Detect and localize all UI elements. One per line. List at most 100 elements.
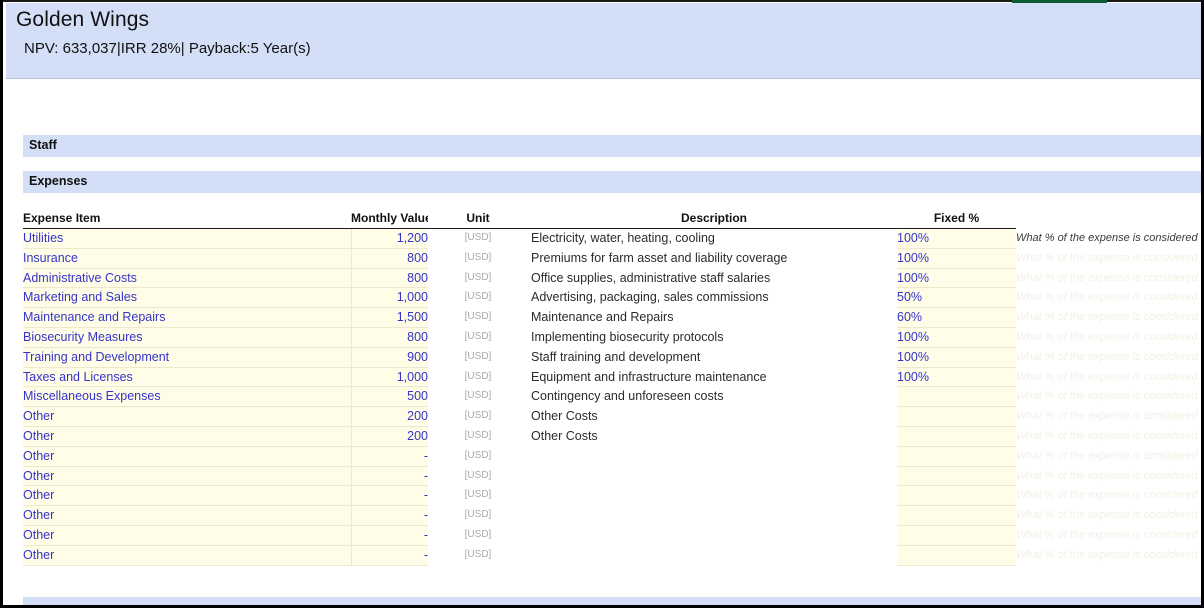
cell-expense-item[interactable]: Biosecurity Measures — [23, 327, 351, 347]
cell-fixed-percent[interactable] — [897, 506, 1016, 526]
section-header-staff[interactable]: Staff — [23, 135, 1203, 157]
cell-fixed-percent[interactable]: 50% — [897, 288, 1016, 308]
cell-fixed-percent[interactable]: 100% — [897, 327, 1016, 347]
section-label-staff: Staff — [29, 138, 57, 152]
cell-fixed-percent[interactable] — [897, 466, 1016, 486]
cell-expense-item[interactable]: Marketing and Sales — [23, 288, 351, 308]
header-gap-1 — [428, 208, 448, 229]
cell-monthly-value[interactable]: - — [351, 545, 428, 565]
cell-fixed-percent-hint: What % of the expense is considered fixe… — [1016, 229, 1204, 249]
cell-expense-item[interactable]: Other — [23, 466, 351, 486]
row-spacer — [3, 347, 23, 367]
row-spacer — [3, 308, 23, 328]
row-spacer — [3, 288, 23, 308]
row-gap-2 — [508, 545, 531, 565]
column-header-monthly-value[interactable]: Monthly Value — [351, 208, 428, 229]
cell-expense-item[interactable]: Other — [23, 486, 351, 506]
cell-expense-item[interactable]: Other — [23, 426, 351, 446]
row-spacer — [3, 367, 23, 387]
cell-unit: [USD] — [448, 367, 508, 387]
column-header-unit[interactable]: Unit — [448, 208, 508, 229]
cell-fixed-percent[interactable] — [897, 486, 1016, 506]
cell-fixed-percent-hint: What % of the expense is considered fixe… — [1016, 486, 1204, 506]
cell-monthly-value[interactable]: 1,500 — [351, 308, 428, 328]
row-gap-2 — [508, 347, 531, 367]
cell-fixed-percent-hint: What % of the expense is considered fixe… — [1016, 327, 1204, 347]
cell-fixed-percent[interactable] — [897, 426, 1016, 446]
row-gap-2 — [508, 525, 531, 545]
cell-monthly-value[interactable]: 200 — [351, 426, 428, 446]
cell-monthly-value[interactable]: 500 — [351, 387, 428, 407]
row-gap-1 — [428, 268, 448, 288]
cell-monthly-value[interactable]: - — [351, 525, 428, 545]
cell-monthly-value[interactable]: 1,000 — [351, 367, 428, 387]
cell-fixed-percent[interactable]: 100% — [897, 347, 1016, 367]
cell-fixed-percent-hint: What % of the expense is considered fixe… — [1016, 387, 1204, 407]
cell-monthly-value[interactable]: - — [351, 486, 428, 506]
cell-expense-item[interactable]: Other — [23, 407, 351, 427]
cell-expense-item[interactable]: Utilities — [23, 229, 351, 249]
row-gap-1 — [428, 446, 448, 466]
cell-expense-item[interactable]: Taxes and Licenses — [23, 367, 351, 387]
cell-fixed-percent-hint: What % of the expense is considered fixe… — [1016, 268, 1204, 288]
row-gap-2 — [508, 327, 531, 347]
column-header-expense-item[interactable]: Expense Item — [23, 208, 351, 229]
column-header-description[interactable]: Description — [531, 208, 897, 229]
cell-monthly-value[interactable]: 1,200 — [351, 229, 428, 249]
cell-fixed-percent[interactable]: 60% — [897, 308, 1016, 328]
cell-expense-item[interactable]: Other — [23, 506, 351, 526]
cell-expense-item[interactable]: Insurance — [23, 248, 351, 268]
cell-monthly-value[interactable]: 800 — [351, 268, 428, 288]
cell-fixed-percent[interactable]: 100% — [897, 229, 1016, 249]
row-gap-2 — [508, 407, 531, 427]
table-header-row: Expense Item Monthly Value Unit Descript… — [3, 208, 1204, 229]
cell-description: Contingency and unforeseen costs — [531, 387, 897, 407]
cell-fixed-percent-hint: What % of the expense is considered fixe… — [1016, 248, 1204, 268]
row-gap-2 — [508, 466, 531, 486]
cell-monthly-value[interactable]: 800 — [351, 248, 428, 268]
cell-fixed-percent[interactable] — [897, 387, 1016, 407]
cell-fixed-percent[interactable]: 100% — [897, 268, 1016, 288]
row-spacer — [3, 466, 23, 486]
cell-fixed-percent-hint: What % of the expense is considered fixe… — [1016, 367, 1204, 387]
cell-monthly-value[interactable]: - — [351, 466, 428, 486]
cell-monthly-value[interactable]: 1,000 — [351, 288, 428, 308]
cell-fixed-percent-hint: What % of the expense is considered fixe… — [1016, 466, 1204, 486]
cell-expense-item[interactable]: Miscellaneous Expenses — [23, 387, 351, 407]
cell-expense-item[interactable]: Other — [23, 545, 351, 565]
cell-monthly-value[interactable]: 200 — [351, 407, 428, 427]
cell-monthly-value[interactable]: - — [351, 506, 428, 526]
cell-fixed-percent[interactable] — [897, 446, 1016, 466]
row-gap-2 — [508, 308, 531, 328]
row-spacer — [3, 248, 23, 268]
cell-fixed-percent-hint: What % of the expense is considered fixe… — [1016, 446, 1204, 466]
cell-unit: [USD] — [448, 229, 508, 249]
header-gap-2 — [508, 208, 531, 229]
row-gap-1 — [428, 545, 448, 565]
table-row: Miscellaneous Expenses500[USD]Contingenc… — [3, 387, 1204, 407]
row-gap-2 — [508, 248, 531, 268]
row-spacer — [3, 327, 23, 347]
cell-unit: [USD] — [448, 525, 508, 545]
expenses-table: Expense Item Monthly Value Unit Descript… — [3, 208, 1204, 566]
cell-monthly-value[interactable]: 900 — [351, 347, 428, 367]
cell-expense-item[interactable]: Maintenance and Repairs — [23, 308, 351, 328]
cell-description — [531, 446, 897, 466]
cell-expense-item[interactable]: Other — [23, 446, 351, 466]
column-header-fixed-percent[interactable]: Fixed % — [897, 208, 1016, 229]
section-header-expenses[interactable]: Expenses — [23, 171, 1203, 193]
cell-fixed-percent[interactable] — [897, 525, 1016, 545]
row-spacer — [3, 506, 23, 526]
cell-expense-item[interactable]: Training and Development — [23, 347, 351, 367]
cell-fixed-percent[interactable]: 100% — [897, 248, 1016, 268]
cell-expense-item[interactable]: Administrative Costs — [23, 268, 351, 288]
cell-fixed-percent[interactable]: 100% — [897, 367, 1016, 387]
cell-monthly-value[interactable]: - — [351, 446, 428, 466]
cell-fixed-percent[interactable] — [897, 545, 1016, 565]
cell-monthly-value[interactable]: 800 — [351, 327, 428, 347]
row-gap-2 — [508, 268, 531, 288]
row-gap-2 — [508, 486, 531, 506]
row-gap-2 — [508, 229, 531, 249]
cell-expense-item[interactable]: Other — [23, 525, 351, 545]
cell-fixed-percent[interactable] — [897, 407, 1016, 427]
